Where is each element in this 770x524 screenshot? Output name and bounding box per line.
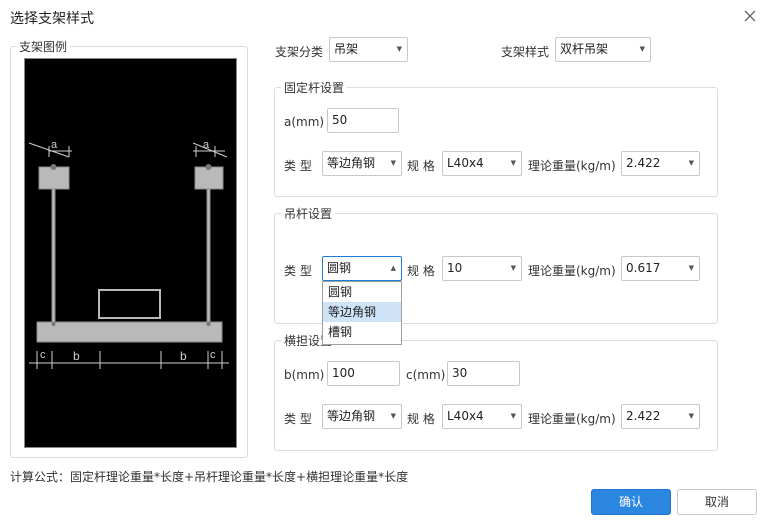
fixed-spec-select[interactable]: L40x4 ▼ bbox=[442, 151, 522, 176]
weight-formula: 计算公式：固定杆理论重量*长度+吊杆理论重量*长度+横担理论重量*长度 bbox=[10, 470, 409, 484]
fixed-a-input[interactable]: 50 bbox=[327, 108, 399, 133]
hanger-weight-value: 0.617 bbox=[626, 261, 661, 275]
crossbar-spec-value: L40x4 bbox=[447, 409, 484, 423]
chevron-down-icon: ▼ bbox=[639, 45, 645, 53]
chevron-down-icon: ▼ bbox=[390, 412, 396, 420]
crossbar-weight-select[interactable]: 2.422 ▼ bbox=[621, 404, 700, 429]
style-label: 支架样式 bbox=[501, 45, 550, 59]
crossbar-c-label: c(mm) bbox=[406, 368, 446, 382]
crossbar-b-label: b(mm) bbox=[284, 368, 325, 382]
crossbar-b-input[interactable]: 100 bbox=[327, 361, 400, 386]
close-icon bbox=[744, 10, 756, 22]
crossbar-c-input[interactable]: 30 bbox=[447, 361, 520, 386]
dim-label-c-left: c bbox=[40, 349, 46, 361]
crossbar-type-select[interactable]: 等边角钢 ▼ bbox=[322, 404, 402, 429]
hanger-spec-value: 10 bbox=[447, 261, 463, 275]
fixed-a-label: a(mm) bbox=[284, 115, 325, 129]
category-select[interactable]: 吊架 ▼ bbox=[329, 37, 408, 62]
fixed-rod-group bbox=[274, 87, 718, 197]
dim-label-a-right: a bbox=[203, 139, 210, 151]
fixed-type-label: 类 型 bbox=[284, 159, 312, 173]
hanger-spec-label: 规 格 bbox=[407, 264, 435, 278]
bracket-preview: a a c b b c bbox=[24, 58, 237, 448]
hanger-rod-group-title: 吊杆设置 bbox=[281, 205, 336, 222]
crossbar-spec-label: 规 格 bbox=[407, 412, 435, 426]
crossbar-type-label: 类 型 bbox=[284, 412, 312, 426]
crossbar-weight-label: 理论重量(kg/m) bbox=[528, 412, 616, 426]
fixed-type-value: 等边角钢 bbox=[327, 156, 376, 170]
dropdown-option-round-steel[interactable]: 圆钢 bbox=[323, 282, 401, 302]
hanger-type-value: 圆钢 bbox=[327, 261, 352, 275]
crossbar-weight-value: 2.422 bbox=[626, 409, 661, 423]
category-label: 支架分类 bbox=[275, 45, 324, 59]
crossbar-spec-select[interactable]: L40x4 ▼ bbox=[442, 404, 522, 429]
chevron-up-icon: ▲ bbox=[390, 264, 396, 272]
cancel-button[interactable]: 取消 bbox=[677, 489, 757, 515]
chevron-down-icon: ▼ bbox=[510, 412, 516, 420]
dropdown-option-channel-steel[interactable]: 槽钢 bbox=[323, 322, 401, 342]
chevron-down-icon: ▼ bbox=[688, 412, 694, 420]
hanger-weight-select[interactable]: 0.617 ▼ bbox=[621, 256, 700, 281]
style-select-value: 双杆吊架 bbox=[560, 42, 609, 56]
fixed-type-select[interactable]: 等边角钢 ▼ bbox=[322, 151, 402, 176]
dropdown-option-equal-angle[interactable]: 等边角钢 bbox=[323, 302, 401, 322]
dim-label-b-right: b bbox=[180, 349, 187, 363]
fixed-weight-value: 2.422 bbox=[626, 156, 661, 170]
crossbar-group bbox=[274, 340, 718, 451]
hanger-spec-select[interactable]: 10 ▼ bbox=[442, 256, 522, 281]
bracket-diagram: a a c b b c bbox=[28, 139, 229, 369]
hanger-weight-label: 理论重量(kg/m) bbox=[528, 264, 616, 278]
dialog-title: 选择支架样式 bbox=[10, 11, 94, 27]
chevron-down-icon: ▼ bbox=[390, 159, 396, 167]
fixed-spec-value: L40x4 bbox=[447, 156, 484, 170]
chevron-down-icon: ▼ bbox=[396, 45, 402, 53]
dim-label-b-left: b bbox=[73, 349, 80, 363]
fixed-rod-group-title: 固定杆设置 bbox=[281, 79, 348, 96]
hanger-type-label: 类 型 bbox=[284, 264, 312, 278]
chevron-down-icon: ▼ bbox=[688, 264, 694, 272]
style-select[interactable]: 双杆吊架 ▼ bbox=[555, 37, 651, 62]
dim-label-a-left: a bbox=[51, 139, 58, 151]
fixed-spec-label: 规 格 bbox=[407, 159, 435, 173]
crossbar-type-value: 等边角钢 bbox=[327, 409, 376, 423]
chevron-down-icon: ▼ bbox=[688, 159, 694, 167]
close-button[interactable] bbox=[740, 6, 760, 26]
chevron-down-icon: ▼ bbox=[510, 159, 516, 167]
hanger-type-dropdown: 圆钢 等边角钢 槽钢 bbox=[322, 281, 402, 345]
hanger-type-select[interactable]: 圆钢 ▲ bbox=[322, 256, 402, 281]
category-select-value: 吊架 bbox=[334, 42, 359, 56]
dim-label-c-right: c bbox=[210, 349, 216, 361]
preview-group-title: 支架图例 bbox=[16, 38, 71, 55]
fixed-weight-label: 理论重量(kg/m) bbox=[528, 159, 616, 173]
chevron-down-icon: ▼ bbox=[510, 264, 516, 272]
confirm-button[interactable]: 确认 bbox=[591, 489, 671, 515]
fixed-weight-select[interactable]: 2.422 ▼ bbox=[621, 151, 700, 176]
